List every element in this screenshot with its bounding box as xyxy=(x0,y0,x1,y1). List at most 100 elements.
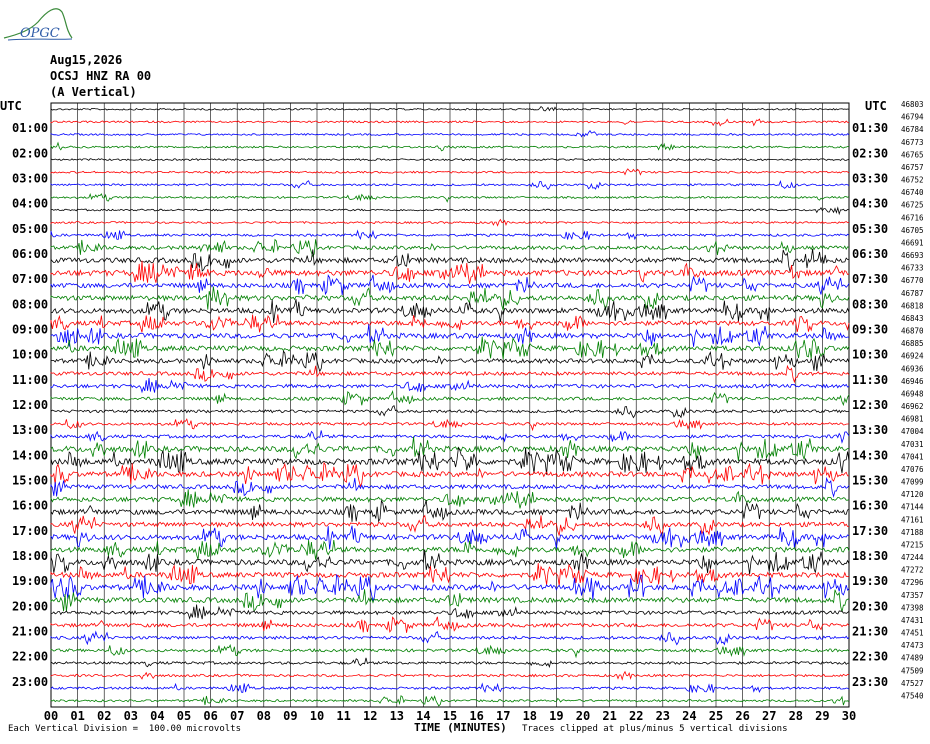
right-count-label: 46733 xyxy=(901,264,924,273)
right-hour-label: 07:30 xyxy=(852,272,888,286)
left-hour-label: 12:00 xyxy=(12,398,48,412)
left-hour-label: 08:00 xyxy=(12,297,48,311)
time-grid xyxy=(50,102,850,708)
x-tick-label: 09 xyxy=(283,709,297,723)
right-count-label: 47188 xyxy=(901,528,924,537)
right-hour-label: 23:30 xyxy=(852,675,888,689)
component-label: (A Vertical) xyxy=(50,85,137,99)
right-hour-label: 15:30 xyxy=(852,474,888,488)
right-count-label: 46843 xyxy=(901,314,924,323)
right-hour-label: 06:30 xyxy=(852,247,888,261)
right-count-label: 46740 xyxy=(901,188,924,197)
plot-date: Aug15,2026 xyxy=(50,53,123,67)
right-count-label: 47357 xyxy=(901,591,924,600)
logo-text: OPGC xyxy=(20,26,60,41)
right-hour-label: 21:30 xyxy=(852,625,888,639)
x-tick-label: 18 xyxy=(523,709,537,723)
x-tick-label: 10 xyxy=(310,709,324,723)
right-count-label: 47215 xyxy=(901,540,924,549)
x-tick-label: 29 xyxy=(815,709,829,723)
x-tick-label: 08 xyxy=(257,709,271,723)
right-hour-label: 10:30 xyxy=(852,348,888,362)
x-tick-label: 26 xyxy=(735,709,749,723)
right-hour-label: 11:30 xyxy=(852,373,888,387)
right-hour-label: 01:30 xyxy=(852,121,888,135)
right-count-label: 46936 xyxy=(901,364,924,373)
clip-note: Traces clipped at plus/minus 5 vertical … xyxy=(522,724,788,734)
right-hour-label: 12:30 xyxy=(852,398,888,412)
left-hour-label: 21:00 xyxy=(12,625,48,639)
right-count-label: 46946 xyxy=(901,377,924,386)
right-count-label: 47099 xyxy=(901,478,924,487)
right-hour-label: 08:30 xyxy=(852,297,888,311)
right-hour-label: 16:30 xyxy=(852,499,888,513)
right-count-label: 46691 xyxy=(901,238,924,247)
left-hour-label: 22:00 xyxy=(12,650,48,664)
right-count-label: 46784 xyxy=(901,125,924,134)
left-hour-label: 15:00 xyxy=(12,474,48,488)
right-count-label: 46716 xyxy=(901,213,924,222)
x-tick-label: 13 xyxy=(390,709,404,723)
x-tick-label: 01 xyxy=(70,709,84,723)
x-tick-label: 03 xyxy=(124,709,138,723)
left-hour-label: 06:00 xyxy=(12,247,48,261)
right-count-label: 47076 xyxy=(901,465,924,474)
vertical-division-note: Each Vertical Division = 100.00 microvol… xyxy=(8,724,241,734)
x-tick-label: 23 xyxy=(656,709,670,723)
right-hour-label: 22:30 xyxy=(852,650,888,664)
right-hour-labels: 01:30 02:30 03:30 04:30 05:30 06:30 07:30 08:30… xyxy=(852,121,888,689)
right-count-label: 46773 xyxy=(901,138,924,147)
left-hour-labels: 01:00 02:00 03:00 04:00 05:00 06:00 07:00 08:00… xyxy=(12,121,48,689)
x-tick-label: 30 xyxy=(842,709,856,723)
left-hour-label: 23:00 xyxy=(12,675,48,689)
right-count-label: 47451 xyxy=(901,629,924,638)
right-count-label: 47244 xyxy=(901,553,924,562)
left-hour-label: 05:00 xyxy=(12,222,48,236)
right-count-label: 46705 xyxy=(901,226,924,235)
station-code: OCSJ HNZ RA 00 xyxy=(50,69,152,83)
left-hour-label: 04:00 xyxy=(12,197,48,211)
x-tick-label: 02 xyxy=(97,709,111,723)
right-count-label: 46885 xyxy=(901,339,924,348)
left-hour-label: 20:00 xyxy=(12,599,48,613)
x-tick-label: 07 xyxy=(230,709,244,723)
right-hour-label: 13:30 xyxy=(852,423,888,437)
right-count-label: 47161 xyxy=(901,515,924,524)
left-hour-label: 02:00 xyxy=(12,146,48,160)
x-tick-label: 19 xyxy=(549,709,563,723)
left-timezone-label: UTC xyxy=(0,99,22,113)
right-hour-label: 02:30 xyxy=(852,146,888,160)
x-tick-label: 04 xyxy=(150,709,164,723)
left-hour-label: 19:00 xyxy=(12,574,48,588)
right-hour-label: 05:30 xyxy=(852,222,888,236)
right-count-label: 46948 xyxy=(901,389,924,398)
left-hour-label: 18:00 xyxy=(12,549,48,563)
x-tick-label: 25 xyxy=(709,709,723,723)
x-tick-label: 06 xyxy=(203,709,217,723)
right-count-label: 46870 xyxy=(901,327,924,336)
right-count-label: 46924 xyxy=(901,352,924,361)
right-count-label: 46765 xyxy=(901,150,924,159)
right-count-label: 47540 xyxy=(901,691,924,700)
right-count-label: 47489 xyxy=(901,654,924,663)
left-hour-label: 10:00 xyxy=(12,348,48,362)
right-count-label: 46693 xyxy=(901,251,924,260)
right-count-label: 47473 xyxy=(901,641,924,650)
right-hour-label: 19:30 xyxy=(852,574,888,588)
right-count-label: 46725 xyxy=(901,201,924,210)
right-count-label: 47272 xyxy=(901,566,924,575)
right-count-label: 46818 xyxy=(901,301,924,310)
right-count-label: 47004 xyxy=(901,427,924,436)
right-hour-label: 14:30 xyxy=(852,448,888,462)
left-hour-label: 16:00 xyxy=(12,499,48,513)
x-tick-label: 00 xyxy=(44,709,58,723)
right-count-label: 47509 xyxy=(901,666,924,675)
right-timezone-label: UTC xyxy=(865,99,887,113)
right-hour-label: 04:30 xyxy=(852,197,888,211)
right-count-label: 46757 xyxy=(901,163,924,172)
right-count-label: 47398 xyxy=(901,603,924,612)
x-tick-label: 27 xyxy=(762,709,776,723)
x-tick-label: 11 xyxy=(336,709,350,723)
left-hour-label: 11:00 xyxy=(12,373,48,387)
x-tick-label: 12 xyxy=(363,709,377,723)
